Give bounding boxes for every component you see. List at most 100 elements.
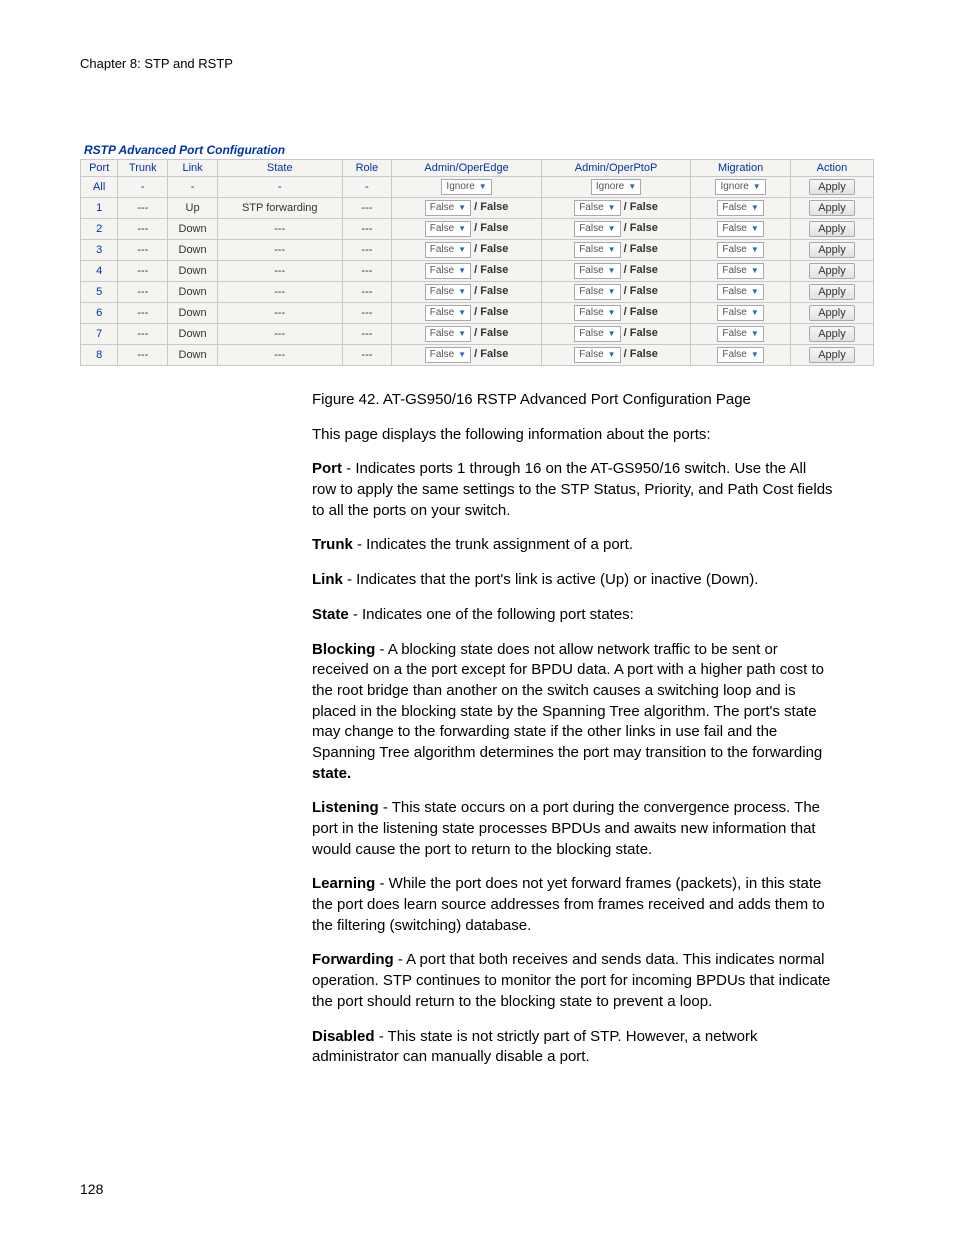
apply-button[interactable]: Apply	[809, 179, 855, 195]
cell-role: ---	[342, 324, 392, 345]
dropdown[interactable]: False▼	[717, 221, 763, 237]
cell-trunk: ---	[118, 345, 168, 366]
chevron-down-icon: ▼	[608, 348, 616, 362]
cell-link: Down	[168, 324, 218, 345]
dropdown[interactable]: False▼	[574, 242, 620, 258]
dropdown[interactable]: Ignore▼	[441, 179, 491, 195]
cell-link: Down	[168, 240, 218, 261]
def-listening: Listening - This state occurs on a port …	[312, 798, 834, 860]
cell-ptop: Ignore▼	[541, 177, 690, 198]
chevron-down-icon: ▼	[458, 201, 466, 215]
cell-ptop: False▼ / False	[541, 282, 690, 303]
def-state-label: State	[312, 606, 349, 623]
def-link-label: Link	[312, 571, 343, 588]
cell-ptop: False▼ / False	[541, 261, 690, 282]
def-disabled: Disabled - This state is not strictly pa…	[312, 1027, 834, 1068]
panel-title: RSTP Advanced Port Configuration	[80, 141, 874, 159]
apply-button[interactable]: Apply	[809, 326, 855, 342]
col-mig: Migration	[691, 160, 791, 177]
def-blocking-label: Blocking	[312, 641, 375, 658]
config-screenshot: RSTP Advanced Port Configuration Port Tr…	[80, 141, 874, 366]
cell-trunk: ---	[118, 219, 168, 240]
chevron-down-icon: ▼	[608, 201, 616, 215]
chevron-down-icon: ▼	[608, 285, 616, 299]
chevron-down-icon: ▼	[458, 264, 466, 278]
dropdown[interactable]: False▼	[574, 221, 620, 237]
dropdown[interactable]: False▼	[717, 284, 763, 300]
dropdown[interactable]: False▼	[717, 242, 763, 258]
apply-button[interactable]: Apply	[809, 284, 855, 300]
dropdown[interactable]: False▼	[717, 200, 763, 216]
dropdown[interactable]: False▼	[574, 347, 620, 363]
dropdown[interactable]: False▼	[717, 326, 763, 342]
cell-edge: False▼ / False	[392, 282, 541, 303]
cell-edge: Ignore▼	[392, 177, 541, 198]
chevron-down-icon: ▼	[751, 222, 759, 236]
dropdown[interactable]: False▼	[425, 305, 471, 321]
apply-button[interactable]: Apply	[809, 242, 855, 258]
dropdown[interactable]: False▼	[574, 284, 620, 300]
dropdown[interactable]: False▼	[425, 284, 471, 300]
dropdown[interactable]: False▼	[574, 326, 620, 342]
dropdown[interactable]: False▼	[425, 242, 471, 258]
cell-edge: False▼ / False	[392, 261, 541, 282]
dropdown[interactable]: False▼	[574, 305, 620, 321]
cell-action: Apply	[790, 345, 873, 366]
dropdown[interactable]: False▼	[717, 305, 763, 321]
dropdown[interactable]: False▼	[717, 347, 763, 363]
chapter-heading: Chapter 8: STP and RSTP	[80, 56, 874, 71]
dropdown[interactable]: False▼	[425, 263, 471, 279]
def-blocking-text: - A blocking state does not allow networ…	[312, 641, 824, 761]
apply-button[interactable]: Apply	[809, 347, 855, 363]
dropdown[interactable]: False▼	[425, 221, 471, 237]
col-port: Port	[81, 160, 118, 177]
cell-mig: False▼	[691, 324, 791, 345]
def-port-label: Port	[312, 460, 342, 477]
cell-port: 5	[81, 282, 118, 303]
col-role: Role	[342, 160, 392, 177]
col-edge: Admin/OperEdge	[392, 160, 541, 177]
cell-action: Apply	[790, 240, 873, 261]
cell-action: Apply	[790, 177, 873, 198]
cell-ptop: False▼ / False	[541, 198, 690, 219]
dropdown[interactable]: False▼	[717, 263, 763, 279]
dropdown[interactable]: Ignore▼	[715, 179, 765, 195]
table-row: 7---Down------False▼ / FalseFalse▼ / Fal…	[81, 324, 874, 345]
chevron-down-icon: ▼	[608, 243, 616, 257]
dropdown[interactable]: Ignore▼	[591, 179, 641, 195]
cell-state: ---	[217, 345, 342, 366]
dropdown[interactable]: False▼	[425, 326, 471, 342]
def-learning: Learning - While the port does not yet f…	[312, 874, 834, 936]
chevron-down-icon: ▼	[753, 180, 761, 194]
chevron-down-icon: ▼	[608, 327, 616, 341]
chevron-down-icon: ▼	[751, 264, 759, 278]
apply-button[interactable]: Apply	[809, 200, 855, 216]
dropdown[interactable]: False▼	[425, 200, 471, 216]
dropdown[interactable]: False▼	[574, 200, 620, 216]
cell-action: Apply	[790, 324, 873, 345]
apply-button[interactable]: Apply	[809, 221, 855, 237]
cell-port: 7	[81, 324, 118, 345]
cell-port: 1	[81, 198, 118, 219]
cell-role: ---	[342, 198, 392, 219]
col-trunk: Trunk	[118, 160, 168, 177]
cell-mig: False▼	[691, 198, 791, 219]
cell-ptop: False▼ / False	[541, 240, 690, 261]
cell-link: -	[168, 177, 218, 198]
dropdown[interactable]: False▼	[574, 263, 620, 279]
def-trunk-text: - Indicates the trunk assignment of a po…	[353, 536, 633, 553]
cell-edge: False▼ / False	[392, 198, 541, 219]
cell-link: Up	[168, 198, 218, 219]
cell-role: ---	[342, 303, 392, 324]
cell-edge: False▼ / False	[392, 345, 541, 366]
cell-port: 4	[81, 261, 118, 282]
apply-button[interactable]: Apply	[809, 305, 855, 321]
cell-link: Down	[168, 282, 218, 303]
figure-caption: Figure 42. AT-GS950/16 RSTP Advanced Por…	[312, 390, 834, 411]
table-row: 1---UpSTP forwarding---False▼ / FalseFal…	[81, 198, 874, 219]
table-row: 8---Down------False▼ / FalseFalse▼ / Fal…	[81, 345, 874, 366]
dropdown[interactable]: False▼	[425, 347, 471, 363]
cell-role: -	[342, 177, 392, 198]
col-ptop: Admin/OperPtoP	[541, 160, 690, 177]
apply-button[interactable]: Apply	[809, 263, 855, 279]
